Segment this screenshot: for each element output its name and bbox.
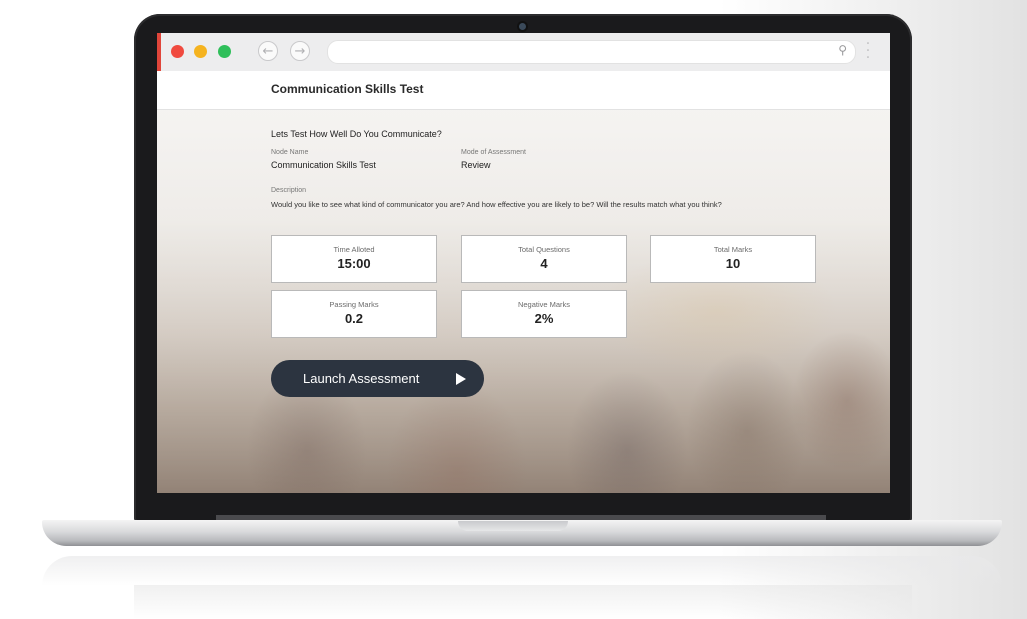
- laptop-notch: [458, 521, 568, 531]
- stat-label: Passing Marks: [329, 300, 379, 309]
- stat-value: 4: [540, 256, 548, 271]
- stat-label: Total Questions: [518, 245, 570, 254]
- node-name-value: Communication Skills Test: [271, 160, 376, 170]
- laptop-reflection: [42, 556, 1002, 586]
- search-icon[interactable]: ⚲: [838, 43, 847, 57]
- maximize-window-icon[interactable]: [218, 45, 231, 58]
- address-bar[interactable]: ⚲: [327, 40, 856, 64]
- stat-card-total-questions: Total Questions 4: [461, 235, 627, 283]
- stat-value: 10: [725, 256, 741, 271]
- mode-label: Mode of Assessment: [461, 149, 526, 156]
- forward-button[interactable]: →: [290, 41, 310, 61]
- launch-assessment-label: Launch Assessment: [303, 371, 420, 386]
- minimize-window-icon[interactable]: [194, 45, 207, 58]
- stat-value: 15:00: [337, 256, 371, 271]
- accent-bar: [157, 33, 161, 71]
- stat-value: 2%: [534, 311, 554, 326]
- stat-card-passing-marks: Passing Marks 0.2: [271, 290, 437, 338]
- stat-label: Negative Marks: [517, 300, 571, 309]
- description-label: Description: [271, 187, 307, 194]
- arrow-left-icon: ←: [262, 44, 274, 59]
- stat-label: Total Marks: [713, 245, 753, 254]
- page-title: Communication Skills Test: [271, 82, 424, 96]
- laptop-screen: ← → ⚲ · · · Communication Skills Test Lets…: [157, 33, 890, 493]
- stat-card-total-marks: Total Marks 10: [650, 235, 816, 283]
- close-window-icon[interactable]: [171, 45, 184, 58]
- play-icon: [456, 373, 466, 385]
- browser-toolbar: ← → ⚲ · · ·: [157, 33, 890, 72]
- node-name-label: Node Name: [271, 149, 309, 156]
- laptop-reflection-lower: [134, 585, 912, 619]
- kebab-menu-icon[interactable]: · · ·: [865, 37, 871, 65]
- mode-value: Review: [461, 160, 491, 170]
- back-button[interactable]: ←: [258, 41, 278, 61]
- camera-icon: [519, 23, 526, 30]
- assessment-headline: Lets Test How Well Do You Communicate?: [271, 129, 442, 139]
- stat-value: 0.2: [344, 311, 364, 326]
- launch-assessment-button[interactable]: Launch Assessment: [271, 360, 484, 397]
- arrow-right-icon: →: [294, 44, 306, 59]
- description-text: Would you like to see what kind of commu…: [271, 200, 722, 209]
- app-header: Communication Skills Test: [157, 71, 890, 110]
- stat-card-negative-marks: Negative Marks 2%: [461, 290, 627, 338]
- stat-card-time-alloted: Time Alloted 15:00: [271, 235, 437, 283]
- stat-label: Time Alloted: [333, 245, 375, 254]
